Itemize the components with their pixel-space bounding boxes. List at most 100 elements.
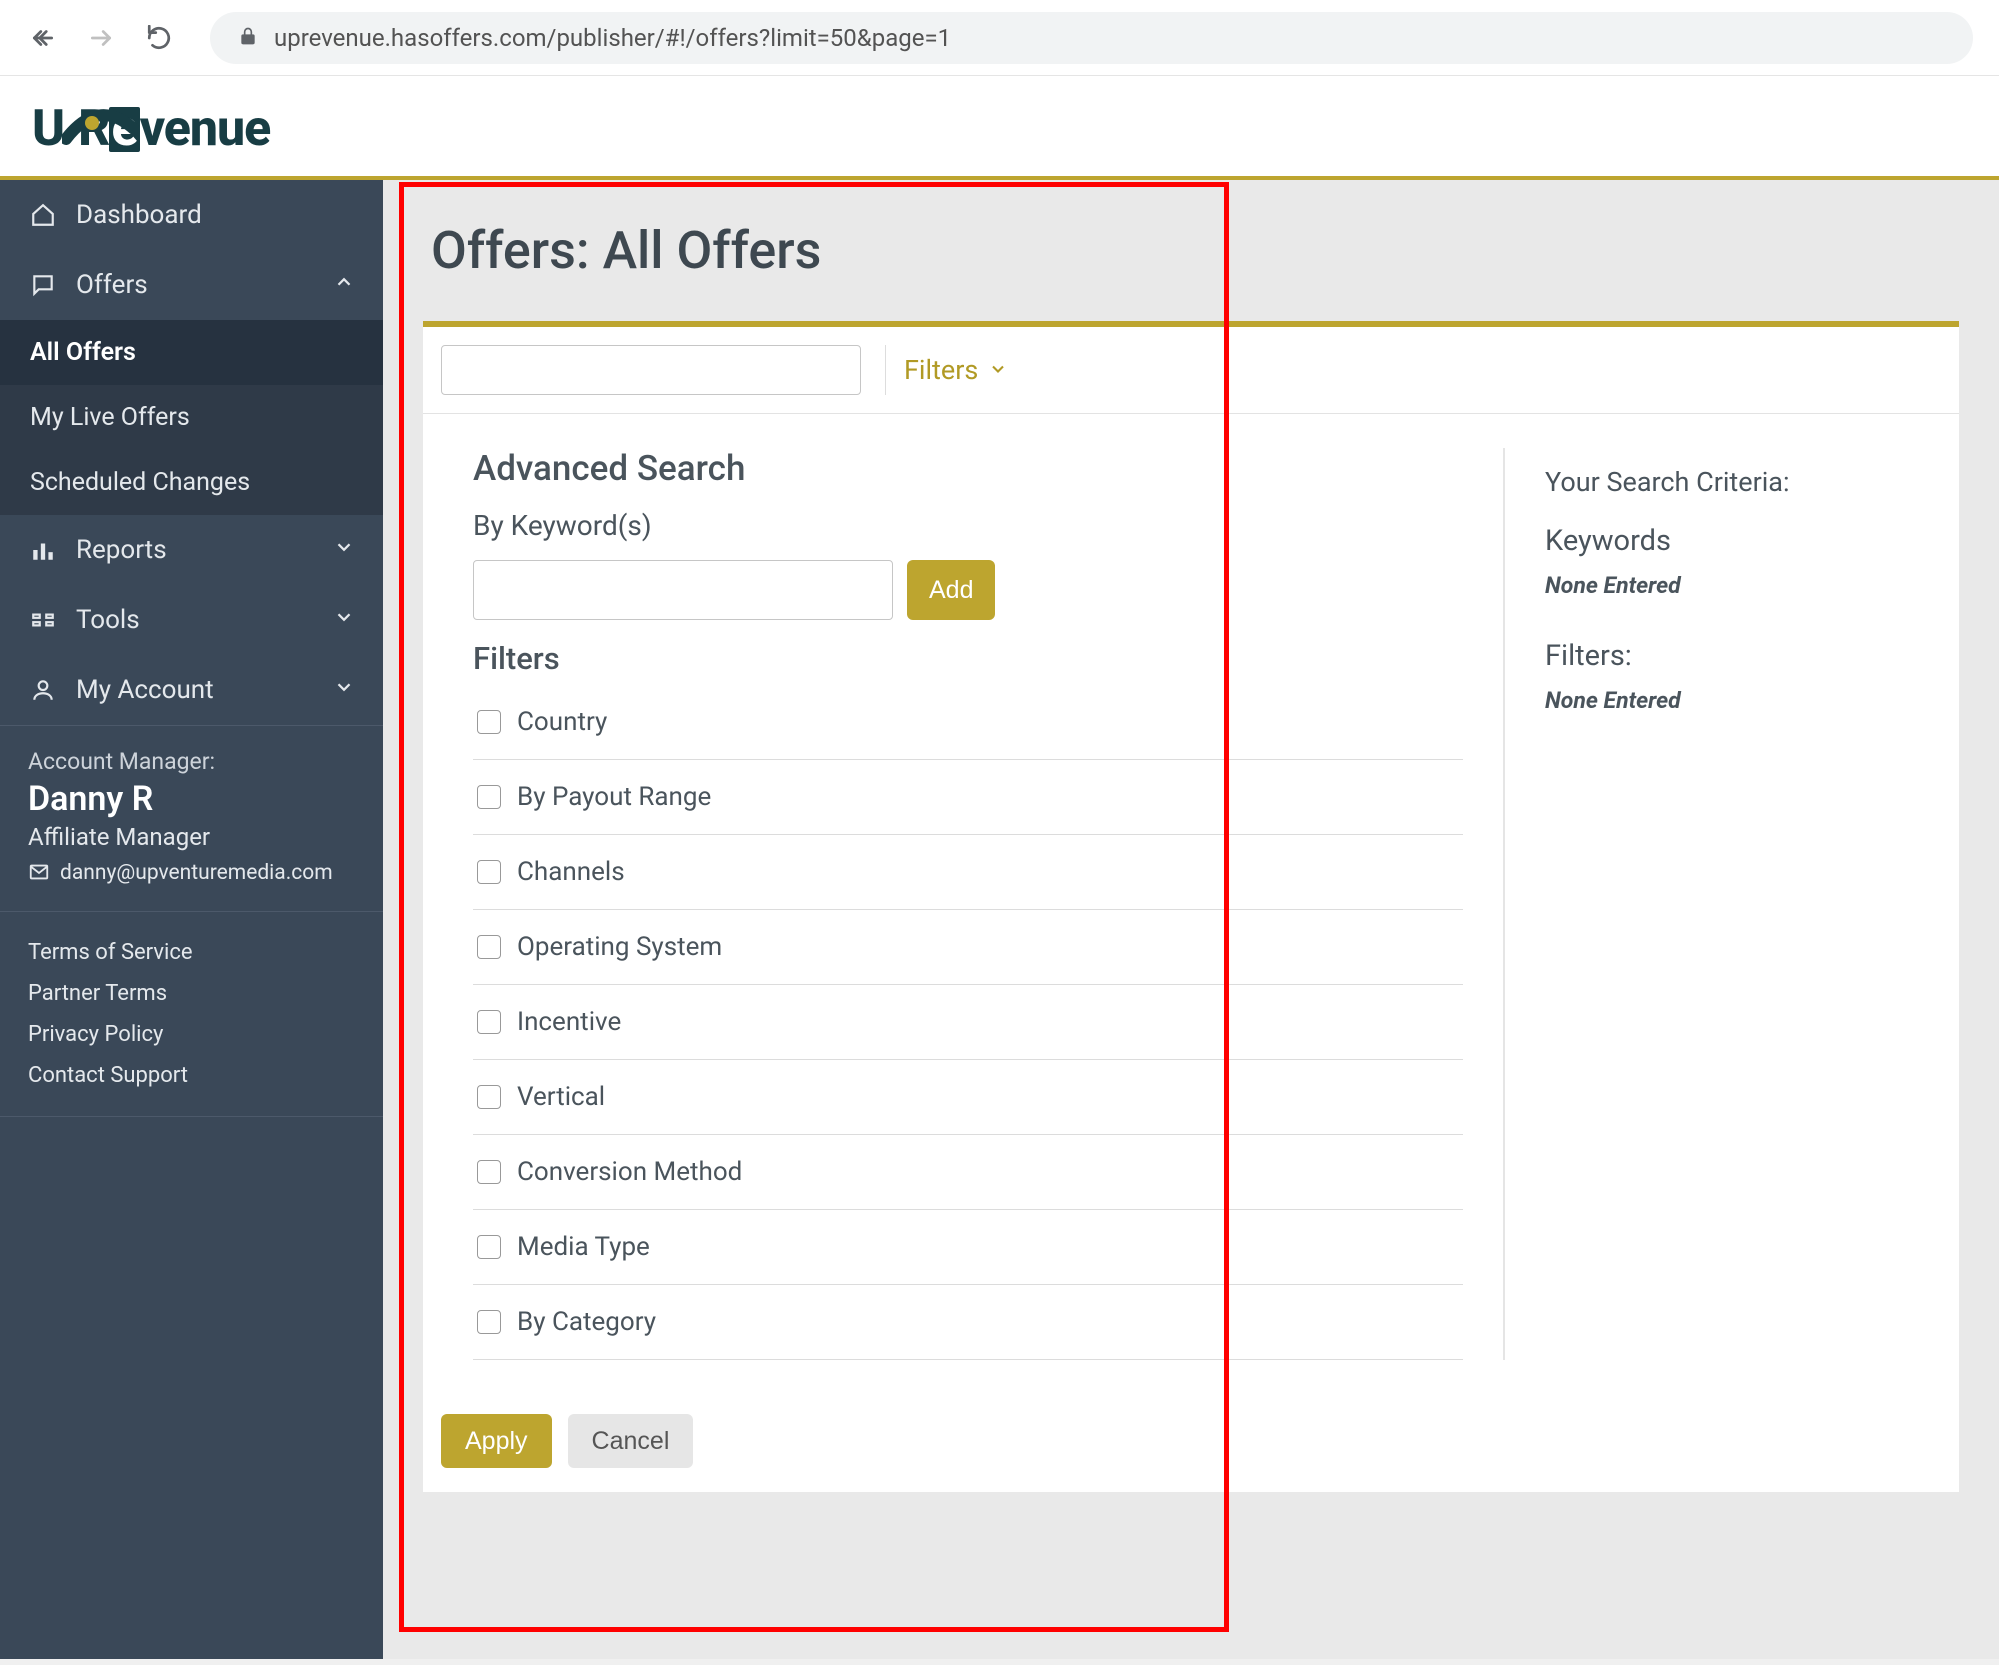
tools-icon [28, 607, 58, 633]
reload-button[interactable] [142, 21, 176, 55]
sidebar-item-tools[interactable]: Tools [0, 585, 383, 655]
criteria-filters-value: None Entered [1545, 687, 1909, 714]
top-header: U R e venue [0, 76, 1999, 180]
sidebar-item-my-account[interactable]: My Account [0, 655, 383, 725]
link-partner-terms[interactable]: Partner Terms [28, 973, 355, 1014]
url-text: uprevenue.hasoffers.com/publisher/#!/off… [274, 24, 951, 52]
filters-heading: Filters [473, 640, 1463, 677]
link-terms-of-service[interactable]: Terms of Service [28, 932, 355, 973]
filter-option-conversion-method[interactable]: Conversion Method [473, 1135, 1463, 1210]
filter-option-channels[interactable]: Channels [473, 835, 1463, 910]
filter-option-label: Conversion Method [517, 1157, 742, 1187]
filter-checkbox[interactable] [477, 935, 501, 959]
mail-icon [28, 861, 50, 889]
chevron-down-icon [333, 535, 355, 565]
sidebar-item-reports[interactable]: Reports [0, 515, 383, 585]
browser-toolbar: uprevenue.hasoffers.com/publisher/#!/off… [0, 0, 1999, 76]
criteria-filters-head: Filters: [1545, 639, 1909, 673]
filter-option-label: Vertical [517, 1082, 605, 1112]
advanced-search-title: Advanced Search [473, 448, 1463, 489]
search-input[interactable] [441, 345, 861, 395]
filter-option-label: Country [517, 707, 607, 737]
chevron-down-icon [333, 675, 355, 705]
filter-option-label: Channels [517, 857, 625, 887]
search-criteria-label: Your Search Criteria: [1545, 466, 1909, 498]
filter-checkbox[interactable] [477, 1160, 501, 1184]
sidebar-subgroup-offers: All Offers My Live Offers Scheduled Chan… [0, 320, 383, 515]
sidebar-item-offers[interactable]: Offers [0, 250, 383, 320]
filter-option-operating-system[interactable]: Operating System [473, 910, 1463, 985]
chevron-down-icon [988, 354, 1008, 386]
filter-option-label: Incentive [517, 1007, 621, 1037]
content-panel: Filters Advanced Search By Keyword(s) Ad… [423, 321, 1959, 1492]
sidebar-sub-all-offers[interactable]: All Offers [0, 320, 383, 385]
sidebar-item-label: Dashboard [76, 200, 202, 230]
filter-checkbox[interactable] [477, 1235, 501, 1259]
sidebar-sub-scheduled-changes[interactable]: Scheduled Changes [0, 450, 383, 515]
criteria-keywords-value: None Entered [1545, 572, 1909, 599]
legal-links: Terms of Service Partner Terms Privacy P… [0, 912, 383, 1117]
sidebar-item-label: Reports [76, 535, 167, 565]
filter-option-incentive[interactable]: Incentive [473, 985, 1463, 1060]
by-keywords-label: By Keyword(s) [473, 509, 1463, 542]
filter-checkbox[interactable] [477, 1310, 501, 1334]
sidebar-item-label: Tools [76, 605, 140, 635]
filter-checkbox[interactable] [477, 785, 501, 809]
filter-option-label: Media Type [517, 1232, 650, 1262]
account-manager-name: Danny R [28, 779, 355, 819]
back-button[interactable] [26, 21, 60, 55]
sidebar-item-label: Offers [76, 270, 148, 300]
bar-chart-icon [28, 537, 58, 563]
home-icon [28, 202, 58, 228]
filter-option-media-type[interactable]: Media Type [473, 1210, 1463, 1285]
logo-text-post: venue [140, 100, 271, 158]
criteria-keywords-head: Keywords [1545, 524, 1909, 558]
sidebar-sub-my-live-offers[interactable]: My Live Offers [0, 385, 383, 450]
url-bar[interactable]: uprevenue.hasoffers.com/publisher/#!/off… [210, 12, 1973, 64]
account-manager-email-text: danny@upventuremedia.com [60, 861, 333, 885]
chat-icon [28, 272, 58, 298]
filter-top-bar: Filters [423, 327, 1959, 414]
advanced-search-left: Advanced Search By Keyword(s) Add Filter… [473, 448, 1463, 1360]
account-manager-email[interactable]: danny@upventuremedia.com [28, 861, 355, 889]
account-manager-label: Account Manager: [28, 748, 355, 775]
logo[interactable]: U R e venue [32, 100, 1967, 158]
sidebar-item-dashboard[interactable]: Dashboard [0, 180, 383, 250]
page-title: Offers: All Offers [431, 220, 1959, 281]
link-contact-support[interactable]: Contact Support [28, 1055, 355, 1096]
search-criteria-panel: Your Search Criteria: Keywords None Ente… [1503, 448, 1909, 1360]
filter-option-label: By Payout Range [517, 782, 711, 812]
advanced-search-actions: Apply Cancel [423, 1384, 1959, 1492]
filters-toggle-label: Filters [904, 354, 978, 386]
advanced-search-body: Advanced Search By Keyword(s) Add Filter… [423, 414, 1959, 1384]
filter-option-payout-range[interactable]: By Payout Range [473, 760, 1463, 835]
forward-button[interactable] [84, 21, 118, 55]
sidebar: Dashboard Offers All Offers My Live Offe… [0, 180, 383, 1659]
filter-checkbox[interactable] [477, 860, 501, 884]
add-keyword-button[interactable]: Add [907, 560, 995, 620]
filters-toggle[interactable]: Filters [885, 345, 1008, 395]
chevron-up-icon [333, 270, 355, 300]
filter-option-label: By Category [517, 1307, 656, 1337]
apply-button[interactable]: Apply [441, 1414, 552, 1468]
sidebar-item-label: My Account [76, 675, 214, 705]
filter-checkbox[interactable] [477, 1085, 501, 1109]
cancel-button[interactable]: Cancel [568, 1414, 694, 1468]
user-icon [28, 677, 58, 703]
logo-text-pre: U [32, 100, 64, 158]
filter-option-label: Operating System [517, 932, 722, 962]
filter-list: Country By Payout Range Channels Operati… [473, 685, 1463, 1360]
keyword-input[interactable] [473, 560, 893, 620]
lock-icon [238, 24, 258, 52]
chevron-down-icon [333, 605, 355, 635]
account-manager-role: Affiliate Manager [28, 823, 355, 851]
main-content: Offers: All Offers Filters Advanced Sear… [383, 180, 1999, 1659]
account-manager-block: Account Manager: Danny R Affiliate Manag… [0, 725, 383, 912]
filter-checkbox[interactable] [477, 710, 501, 734]
logo-swoosh-icon [62, 105, 142, 153]
filter-checkbox[interactable] [477, 1010, 501, 1034]
filter-option-by-category[interactable]: By Category [473, 1285, 1463, 1360]
filter-option-country[interactable]: Country [473, 685, 1463, 760]
link-privacy-policy[interactable]: Privacy Policy [28, 1014, 355, 1055]
filter-option-vertical[interactable]: Vertical [473, 1060, 1463, 1135]
